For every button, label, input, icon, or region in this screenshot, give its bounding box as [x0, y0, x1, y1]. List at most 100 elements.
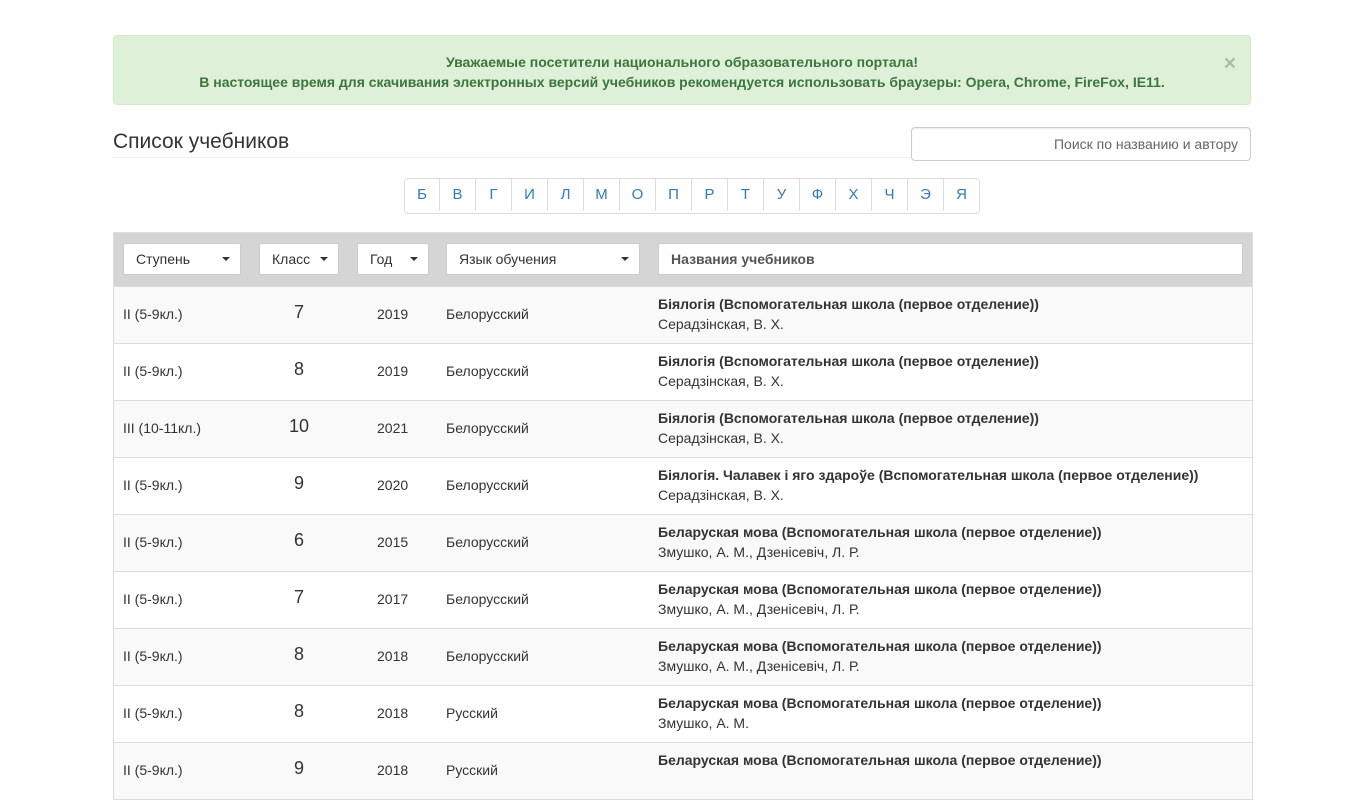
stage-filter-dropdown[interactable]: Ступень	[123, 243, 241, 275]
year-filter-dropdown[interactable]: Год	[357, 243, 429, 275]
alphabet-letter-link[interactable]: Я	[943, 179, 979, 211]
year-cell: 2017	[377, 591, 409, 607]
language-cell: Белорусский	[446, 534, 529, 550]
chevron-down-icon	[222, 257, 230, 261]
year-cell: 2019	[377, 363, 409, 379]
grade-cell: 10	[288, 416, 310, 436]
book-title: Біялогія. Чалавек і яго здароўе (Вспомог…	[658, 467, 1199, 483]
grade-cell: 9	[293, 758, 304, 778]
language-cell: Русский	[446, 705, 498, 721]
book-title: Беларуская мова (Вспомогательная школа (…	[658, 752, 1102, 768]
alphabet-letter-link[interactable]: И	[511, 179, 547, 211]
table-row[interactable]: II (5-9кл.) 7 2017 Белорусский Беларуская мо…	[114, 571, 1252, 628]
table-row[interactable]: II (5-9кл.) 9 2018 Русский Беларуская мова (…	[114, 742, 1252, 799]
table-row[interactable]: II (5-9кл.) 9 2020 Белорусский Біялогія. Чал…	[114, 457, 1252, 514]
stage-cell: II (5-9кл.)	[123, 477, 183, 493]
search-input[interactable]	[911, 127, 1251, 161]
grade-cell: 9	[293, 473, 304, 493]
stage-cell: II (5-9кл.)	[123, 648, 183, 664]
alphabet-letter-link[interactable]: Б	[405, 179, 439, 211]
stage-cell: II (5-9кл.)	[123, 591, 183, 607]
grade-cell: 8	[293, 701, 304, 721]
book-author: Змушко, А. М., Дзенісевіч, Л. Р.	[658, 601, 860, 617]
stage-filter-label: Ступень	[136, 251, 191, 267]
alphabet-letter-link[interactable]: П	[655, 179, 691, 211]
page-title: Список учебников	[113, 127, 913, 158]
language-cell: Белорусский	[446, 306, 529, 322]
book-author: Серадзінская, В. Х.	[658, 373, 784, 389]
book-title: Біялогія (Вспомогательная школа (первое …	[658, 296, 1039, 312]
alphabet-letter-link[interactable]: В	[439, 179, 475, 211]
alphabet-letter-link[interactable]: Л	[547, 179, 583, 211]
language-filter-label: Язык обучения	[459, 251, 557, 267]
alphabet-letter-link[interactable]: М	[583, 179, 619, 211]
alphabet-pagination: БВГИЛМОПРТУФХЧЭЯ	[404, 178, 980, 214]
language-cell: Белорусский	[446, 648, 529, 664]
table-row[interactable]: III (10-11кл.) 10 2021 Белорусский Біялогія …	[114, 400, 1252, 457]
alphabet-letter-link[interactable]: Т	[727, 179, 763, 211]
close-icon[interactable]: ×	[1224, 53, 1236, 74]
alphabet-letter-link[interactable]: Х	[835, 179, 871, 211]
grade-cell: 7	[293, 587, 304, 607]
book-author: Серадзінская, В. Х.	[658, 487, 784, 503]
alphabet-letter-link[interactable]: Ф	[799, 179, 835, 211]
book-title: Біялогія (Вспомогательная школа (первое …	[658, 353, 1039, 369]
stage-cell: III (10-11кл.)	[123, 420, 201, 436]
table-row[interactable]: II (5-9кл.) 8 2018 Белорусский Беларуская мо…	[114, 628, 1252, 685]
book-title: Беларуская мова (Вспомогательная школа (…	[658, 695, 1102, 711]
alphabet-letter-link[interactable]: Э	[907, 179, 943, 211]
book-author: Серадзінская, В. Х.	[658, 430, 784, 446]
table-body: II (5-9кл.) 7 2019 Белорусский Біялогія (Всп…	[114, 286, 1252, 799]
chevron-down-icon	[320, 257, 328, 261]
book-author: Серадзінская, В. Х.	[658, 316, 784, 332]
book-title: Беларуская мова (Вспомогательная школа (…	[658, 638, 1102, 654]
stage-cell: II (5-9кл.)	[123, 705, 183, 721]
language-cell: Белорусский	[446, 420, 529, 436]
table-row[interactable]: II (5-9кл.) 6 2015 Белорусский Беларуская мо…	[114, 514, 1252, 571]
year-cell: 2021	[377, 420, 409, 436]
grade-cell: 7	[293, 302, 304, 322]
year-filter-label: Год	[370, 251, 393, 267]
year-cell: 2019	[377, 306, 409, 322]
class-filter-label: Класс	[272, 251, 311, 267]
alphabet-letter-link[interactable]: Ч	[871, 179, 907, 211]
book-title: Беларуская мова (Вспомогательная школа (…	[658, 524, 1102, 540]
alphabet-letter-link[interactable]: Р	[691, 179, 727, 211]
stage-cell: II (5-9кл.)	[123, 306, 183, 322]
stage-cell: II (5-9кл.)	[123, 762, 183, 778]
table-row[interactable]: II (5-9кл.) 8 2019 Белорусский Біялогія (Всп…	[114, 343, 1252, 400]
grade-cell: 6	[293, 530, 304, 550]
grade-cell: 8	[293, 644, 304, 664]
book-author: Змушко, А. М., Дзенісевіч, Л. Р.	[658, 658, 860, 674]
year-cell: 2018	[377, 705, 409, 721]
language-cell: Русский	[446, 762, 498, 778]
stage-cell: II (5-9кл.)	[123, 363, 183, 379]
titles-column-header: Названия учебников	[658, 243, 1243, 275]
language-filter-dropdown[interactable]: Язык обучения	[446, 243, 640, 275]
grade-cell: 8	[293, 359, 304, 379]
alphabet-letter-link[interactable]: Г	[475, 179, 511, 211]
year-cell: 2015	[377, 534, 409, 550]
language-cell: Белорусский	[446, 363, 529, 379]
table-row[interactable]: II (5-9кл.) 8 2018 Русский Беларуская мова (…	[114, 685, 1252, 742]
textbook-table: Ступень Класс Год Язык обучения Названия…	[113, 232, 1253, 800]
year-cell: 2018	[377, 648, 409, 664]
table-header: Ступень Класс Год Язык обучения Названия…	[114, 233, 1252, 286]
browser-notice-alert: Уважаемые посетители национального образ…	[113, 35, 1251, 105]
year-cell: 2020	[377, 477, 409, 493]
alphabet-letter-link[interactable]: О	[619, 179, 655, 211]
alphabet-letter-link[interactable]: У	[763, 179, 799, 211]
book-author: Змушко, А. М., Дзенісевіч, Л. Р.	[658, 544, 860, 560]
year-cell: 2018	[377, 762, 409, 778]
language-cell: Белорусский	[446, 591, 529, 607]
alert-line-1: Уважаемые посетители национального образ…	[445, 54, 919, 70]
book-title: Беларуская мова (Вспомогательная школа (…	[658, 581, 1102, 597]
book-title: Біялогія (Вспомогательная школа (первое …	[658, 410, 1039, 426]
chevron-down-icon	[410, 257, 418, 261]
table-row[interactable]: II (5-9кл.) 7 2019 Белорусский Біялогія (Всп…	[114, 286, 1252, 343]
chevron-down-icon	[621, 257, 629, 261]
class-filter-dropdown[interactable]: Класс	[259, 243, 339, 275]
language-cell: Белорусский	[446, 477, 529, 493]
stage-cell: II (5-9кл.)	[123, 534, 183, 550]
alert-line-2: В настоящее время для скачивания электро…	[199, 74, 1165, 90]
